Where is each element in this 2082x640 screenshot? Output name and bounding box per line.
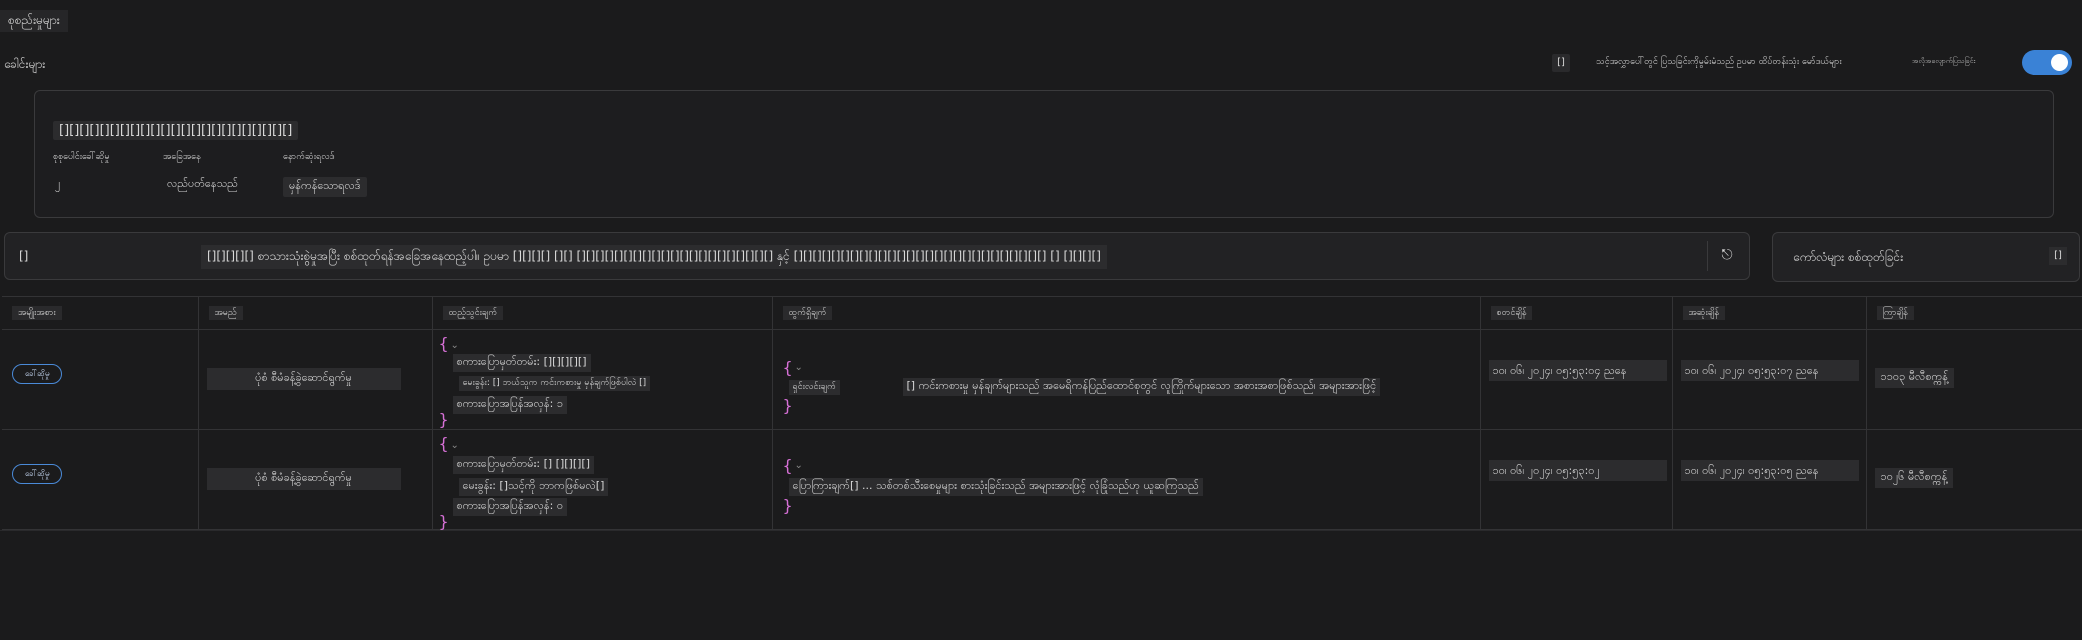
json-open-brace: {	[438, 334, 449, 353]
input-line: စကားပြောအပြန်အလှန်: ၁	[452, 396, 568, 414]
send-icon[interactable]: ⎋	[1717, 245, 1737, 265]
header-name[interactable]: အမည်	[198, 296, 433, 330]
end-time: ၁၀၊ ၀၆၊ ၂၀၂၄၊ ၀၅:၅၃:၀၅ ညနေ	[1680, 460, 1859, 481]
end-time: ၁၀၊ ၀၆၊ ၂၀၂၄၊ ၀၅:၅၃:၀၇ ညနေ	[1680, 360, 1859, 381]
json-open-brace: {	[438, 434, 449, 453]
row-name: ပုံစံ စီမံခန့်ခွဲဆောင်ရွက်မှု	[206, 368, 401, 390]
card-value-total: ၂	[55, 177, 61, 190]
json-close-brace: }	[438, 410, 449, 429]
toggle-label: အလိုအလျောက်ပြသခြင်း	[1912, 57, 1976, 65]
row-name: ပုံစံ စီမံခန့်ခွဲဆောင်ရွက်မှု	[206, 468, 401, 490]
json-close-brace: }	[782, 396, 793, 415]
latency: ၁၀၂၆ မီလီစက္ကန့်	[1874, 468, 1954, 488]
table-header-row: အမျိုးအစား အမည် ထည့်သွင်းချက် ထွက်ရှိချက…	[2, 296, 2082, 330]
output-text: ပြောကြားချက်[] ... သစ်တစ်သီးစေမှုများ စာ…	[788, 478, 1203, 496]
card-title: [][][][][][][][][][][][][][][][][][][][]…	[53, 121, 299, 140]
toggle-knob	[2051, 54, 2068, 71]
input-line: မေးခွန်း: []သင့်ကို ဘာကဖြစ်မလဲ[]	[458, 478, 609, 496]
header-output[interactable]: ထွက်ရှိချက်	[772, 296, 1481, 330]
table-bottom-divider	[0, 530, 2082, 531]
header-input[interactable]: ထည့်သွင်းချက်	[432, 296, 773, 330]
input-line: စကားပြောအပြန်အလှန်: ၀	[452, 498, 568, 516]
section-label: ခေါင်းများ	[4, 57, 46, 71]
latency: ၁၁၀၃ မီလီစက္ကန့်	[1874, 368, 1954, 388]
card-label-result: နောက်ဆုံးရလဒ်	[283, 152, 335, 162]
chevron-down-icon[interactable]: ⌄	[451, 340, 459, 351]
filter-icon: []	[19, 249, 29, 263]
input-line: မေးခွန်း: [] ဘယ်သူက ကင်းကစားမှု မှန်ချက်…	[458, 376, 651, 391]
card-value-result: မှန်ကန်သောရလဒ်	[283, 177, 367, 197]
filter-placeholder[interactable]: [][][][][] စာသားသုံးစွဲမှုအပြီး စစ်ထုတ်ရ…	[201, 245, 1107, 269]
card-label-status: အခြေအနေ	[163, 152, 201, 162]
output-key: ရှင်းလင်းချက်	[788, 380, 840, 395]
header-end[interactable]: အဆုံးချိန်	[1672, 296, 1867, 330]
type-badge: ခေါ်ဆိုမှု	[12, 364, 63, 384]
column-filter-button[interactable]: ကော်လံများ စစ်ထုတ်ခြင်း []	[1772, 232, 2080, 282]
filter-input-bar[interactable]: [] [][][][][] စာသားသုံးစွဲမှုအပြီး စစ်ထု…	[4, 232, 1750, 280]
traces-table: အမျိုးအစား အမည် ထည့်သွင်းချက် ထွက်ရှိချက…	[2, 296, 2082, 531]
page-title: စုစည်းမှုများ	[0, 10, 68, 32]
json-close-brace: }	[438, 512, 449, 531]
chevron-down-icon[interactable]: ⌄	[451, 440, 459, 451]
card-value-status: လည်ပတ်နေသည်	[167, 177, 238, 190]
info-icon[interactable]: []	[1552, 54, 1570, 72]
column-filter-icon[interactable]: []	[2049, 247, 2067, 265]
card-label-total: စုစုပေါင်းခေါ်ဆိုမှု	[53, 152, 110, 162]
divider	[1707, 241, 1708, 271]
header-type[interactable]: အမျိုးအစား	[2, 296, 199, 330]
chevron-down-icon[interactable]: ⌄	[795, 460, 803, 471]
table-row[interactable]: ခေါ်ဆိုမှု ပုံစံ စီမံခန့်ခွဲဆောင်ရွက်မှု…	[2, 429, 2082, 531]
type-badge: ခေါ်ဆိုမှု	[12, 464, 63, 484]
input-line: စကားပြောမှတ်တမ်း: [][][][][]	[452, 354, 591, 372]
table-row[interactable]: ခေါ်ဆိုမှု ပုံစံ စီမံခန့်ခွဲဆောင်ရွက်မှု…	[2, 329, 2082, 430]
summary-card: [][][][][][][][][][][][][][][][][][][][]…	[34, 90, 2054, 218]
header-latency[interactable]: ကြာချိန်	[1866, 296, 2082, 330]
header-start[interactable]: စတင်ချိန်	[1480, 296, 1673, 330]
json-open-brace: {	[782, 456, 793, 475]
chevron-down-icon[interactable]: ⌄	[795, 362, 803, 373]
json-open-brace: {	[782, 358, 793, 377]
column-filter-label: ကော်လံများ စစ်ထုတ်ခြင်း	[1793, 250, 1904, 264]
start-time: ၁၀၊ ၀၆၊ ၂၀၂၄၊ ၀၅:၅၃:၀၄ ညနေ	[1488, 360, 1667, 381]
start-time: ၁၀၊ ၀၆၊ ၂၀၂၄၊ ၀၅:၅၃:၀၂	[1488, 460, 1667, 481]
toolbar-description: သင့်အလွှာပေါ်တွင် ပြသခြင်းကိုမွမ်းမံသည် …	[1596, 57, 1842, 67]
output-text: [] ကင်းကစားမှု မှန်ချက်များသည် အမေရိကန်ပ…	[902, 378, 1381, 396]
auto-show-toggle[interactable]	[2022, 50, 2072, 75]
input-line: စကားပြောမှတ်တမ်း: [] [][][][]	[452, 456, 594, 474]
json-close-brace: }	[782, 496, 793, 515]
